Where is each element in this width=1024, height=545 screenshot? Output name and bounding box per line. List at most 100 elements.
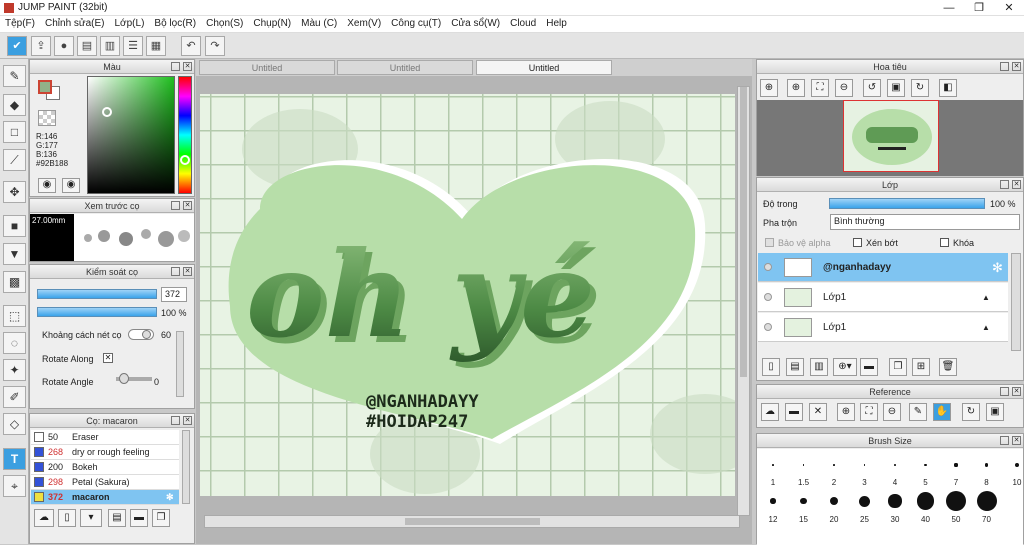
grid-icon[interactable]: ▦ [146, 36, 166, 56]
brush-size-dot[interactable] [946, 491, 966, 511]
brush-folder-icon[interactable]: ▬ [130, 509, 148, 527]
menu-capture[interactable]: Chụp(N) [248, 16, 296, 29]
brush-size-dot[interactable] [924, 463, 927, 467]
menu-window[interactable]: Cửa sổ(W) [446, 16, 505, 29]
layer-folder-icon[interactable]: ▬ [860, 358, 878, 376]
new-layer-copy-icon[interactable]: ▤ [786, 358, 804, 376]
close-button[interactable]: ✕ [994, 0, 1024, 16]
redo-icon[interactable]: ↷ [205, 36, 225, 56]
layer-add-menu-icon[interactable]: ⊕▾ [833, 358, 857, 376]
transparent-color-swatch[interactable] [38, 110, 56, 126]
layer-visibility-icon[interactable] [764, 263, 772, 271]
brush-list-scrollbar[interactable] [182, 430, 190, 504]
brush-size-input[interactable]: 372 [161, 287, 187, 302]
nav-rotate-left-icon[interactable]: ↺ [863, 79, 881, 97]
menu-view[interactable]: Xem(V) [342, 16, 386, 29]
magic-wand-tool-icon[interactable]: ✦ [3, 359, 26, 381]
brush-duplicate-icon[interactable]: ❐ [152, 509, 170, 527]
eraser-tool-icon[interactable]: ◆ [3, 94, 26, 116]
menu-edit[interactable]: Chỉnh sửa(E) [40, 16, 110, 29]
panel-close-icon[interactable]: ✕ [183, 201, 192, 210]
brush-size-dot[interactable] [772, 464, 774, 466]
nav-zoom-fit-icon[interactable]: ⊕ [760, 79, 778, 97]
ref-close-icon[interactable]: ✕ [809, 403, 827, 421]
brush-item[interactable]: 50 Eraser [31, 430, 179, 445]
marquee-tool-icon[interactable]: ⬚ [3, 305, 26, 327]
panel-close-icon[interactable]: ✕ [1012, 387, 1021, 396]
brush-control-scrollbar[interactable] [176, 331, 184, 397]
new-layer-icon[interactable]: ▯ [762, 358, 780, 376]
protect-alpha-checkbox[interactable] [765, 238, 774, 247]
canvas-hscroll-thumb[interactable] [405, 518, 540, 525]
page-icon[interactable]: ▥ [100, 36, 120, 56]
menu-tools[interactable]: Công cụ(T) [386, 16, 446, 29]
brush-size-dot[interactable] [976, 491, 997, 511]
layer-row[interactable]: Lớp1 ▲ [758, 313, 1008, 342]
panel-undock-icon[interactable] [171, 62, 180, 71]
canvas-vscroll-thumb[interactable] [740, 87, 747, 377]
brush-size-dot[interactable] [802, 464, 805, 466]
ref-open-folder-icon[interactable]: ▬ [785, 403, 803, 421]
ref-zoom-in-icon[interactable]: ⊕ [837, 403, 855, 421]
comment-icon[interactable]: ● [54, 36, 74, 56]
panel-undock-icon[interactable] [1000, 180, 1009, 189]
nav-zoom-out-icon[interactable]: ⊖ [835, 79, 853, 97]
fill-rect-tool-icon[interactable]: ■ [3, 215, 26, 237]
gradient-tool-icon[interactable]: ▩ [3, 271, 26, 293]
nav-zoom-in-icon[interactable]: ⊕ [787, 79, 805, 97]
brush-size-dot[interactable] [863, 464, 866, 466]
ref-hand-icon[interactable]: ✋ [933, 403, 951, 421]
spacing-slider[interactable] [128, 329, 154, 340]
select-eraser-tool-icon[interactable]: ◇ [3, 413, 26, 435]
ref-rotate-icon[interactable]: ↻ [962, 403, 980, 421]
new-layer-1-icon[interactable]: ▥ [810, 358, 828, 376]
layer-visibility-icon[interactable] [764, 323, 772, 331]
layer-row-selected[interactable]: @nganhadayy ✻ [758, 253, 1008, 282]
layer-merge-icon[interactable]: ⊞ [912, 358, 930, 376]
hue-slider[interactable] [178, 76, 192, 194]
rotate-angle-handle[interactable] [119, 373, 129, 384]
cloud-sync-icon[interactable]: ✔ [7, 36, 27, 56]
brush-size-dot[interactable] [894, 464, 896, 466]
brush-size-dot[interactable] [833, 464, 835, 466]
eyedropper-tool-icon[interactable]: ⌖ [3, 475, 26, 497]
panel-close-icon[interactable]: ✕ [183, 416, 192, 425]
nav-flip-icon[interactable]: ◧ [939, 79, 957, 97]
list-icon[interactable]: ☰ [123, 36, 143, 56]
nav-fit-screen-icon[interactable]: ⛶ [811, 79, 829, 97]
layers-scrollbar[interactable] [1011, 253, 1021, 351]
lasso-tool-icon[interactable]: ◌ [3, 332, 26, 354]
line-tool-icon[interactable]: ⟋ [3, 149, 26, 171]
delete-layer-icon[interactable]: 🗑 [939, 358, 957, 376]
undo-icon[interactable]: ↶ [181, 36, 201, 56]
canvas-horizontal-scrollbar[interactable] [204, 515, 740, 528]
foreground-color-swatch[interactable] [38, 80, 52, 94]
tab-untitled-active[interactable]: Untitled [476, 60, 612, 75]
brush-size-slider[interactable] [37, 289, 157, 299]
ref-fit-icon[interactable]: ⛶ [860, 403, 878, 421]
brush-size-dot[interactable] [1014, 462, 1020, 468]
spacing-slider-handle[interactable] [142, 330, 151, 339]
panel-close-icon[interactable]: ✕ [183, 267, 192, 276]
brush-size-dot[interactable] [984, 463, 989, 467]
menu-filter[interactable]: Bộ lọc(R) [149, 16, 201, 29]
panel-close-icon[interactable]: ✕ [1012, 436, 1021, 445]
menu-file[interactable]: Tệp(F) [0, 16, 40, 29]
hue-slider-handle[interactable] [180, 155, 190, 165]
menu-cloud[interactable]: Cloud [505, 16, 541, 29]
brush-item[interactable]: 268 dry or rough feeling [31, 445, 179, 460]
brush-size-dot[interactable] [859, 495, 870, 507]
panel-icon[interactable]: ▤ [77, 36, 97, 56]
ref-eyedropper-icon[interactable]: ✎ [909, 403, 927, 421]
clipping-checkbox[interactable] [853, 238, 862, 247]
navigator-view[interactable] [757, 100, 1023, 176]
panel-undock-icon[interactable] [1000, 387, 1009, 396]
panel-undock-icon[interactable] [171, 201, 180, 210]
brush-size-dot[interactable] [916, 492, 935, 510]
rotate-angle-slider[interactable] [116, 373, 152, 384]
minimize-button[interactable]: — [934, 0, 964, 16]
sv-picker-handle[interactable] [102, 107, 112, 117]
brush-size-dot[interactable] [888, 494, 902, 508]
menu-select[interactable]: Chọn(S) [201, 16, 248, 29]
ref-cloud-icon[interactable]: ☁ [761, 403, 779, 421]
